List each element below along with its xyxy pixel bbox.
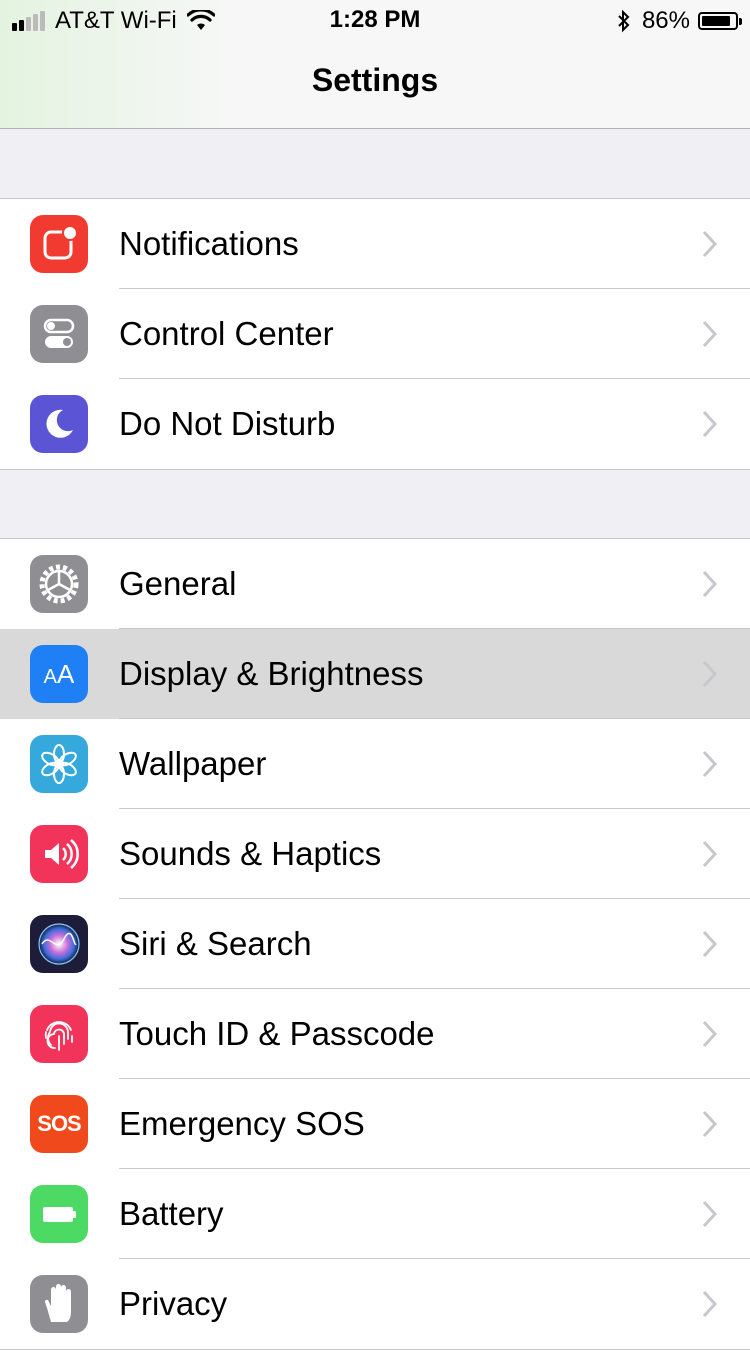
row-label: Do Not Disturb bbox=[119, 405, 336, 442]
chevron-right-icon bbox=[702, 660, 718, 688]
sos-icon: SOS bbox=[30, 1095, 88, 1153]
chevron-right-icon bbox=[702, 230, 718, 258]
settings-row-wallpaper[interactable]: Wallpaper bbox=[0, 719, 750, 809]
row-label: Sounds & Haptics bbox=[119, 835, 382, 872]
navigation-bar: AT&T Wi-Fi 1:28 PM 86% Settings bbox=[0, 0, 750, 129]
row-label: Wallpaper bbox=[119, 745, 267, 782]
battery-setting-icon bbox=[30, 1185, 88, 1243]
chevron-right-icon bbox=[702, 570, 718, 598]
gear-icon bbox=[30, 555, 88, 613]
chevron-right-icon bbox=[702, 410, 718, 438]
settings-row-siri-search[interactable]: Siri & Search bbox=[0, 899, 750, 989]
battery-icon bbox=[698, 12, 742, 30]
row-label: Emergency SOS bbox=[119, 1105, 365, 1142]
row-label: Notifications bbox=[119, 225, 299, 262]
row-label: General bbox=[119, 565, 237, 602]
battery-percent: 86% bbox=[641, 7, 690, 34]
settings-row-control-center[interactable]: Control Center bbox=[0, 289, 750, 379]
row-label: Control Center bbox=[119, 315, 334, 352]
chevron-right-icon bbox=[702, 320, 718, 348]
settings-row-display-brightness[interactable]: AA Display & Brightness bbox=[0, 629, 750, 719]
status-bar: AT&T Wi-Fi 1:28 PM 86% bbox=[0, 0, 750, 40]
chevron-right-icon bbox=[702, 1020, 718, 1048]
row-label: Battery bbox=[119, 1195, 224, 1232]
settings-row-touch-id-passcode[interactable]: Touch ID & Passcode bbox=[0, 989, 750, 1079]
chevron-right-icon bbox=[702, 750, 718, 778]
control-center-icon bbox=[30, 305, 88, 363]
settings-row-emergency-sos[interactable]: SOS Emergency SOS bbox=[0, 1079, 750, 1169]
settings-row-privacy[interactable]: Privacy bbox=[0, 1259, 750, 1349]
notifications-icon bbox=[30, 215, 88, 273]
settings-row-sounds-haptics[interactable]: Sounds & Haptics bbox=[0, 809, 750, 899]
row-label: Touch ID & Passcode bbox=[119, 1015, 435, 1052]
row-label: Display & Brightness bbox=[119, 655, 424, 692]
flower-icon bbox=[30, 735, 88, 793]
settings-row-general[interactable]: General bbox=[0, 539, 750, 629]
hand-icon bbox=[30, 1275, 88, 1333]
siri-icon bbox=[30, 915, 88, 973]
chevron-right-icon bbox=[702, 1110, 718, 1138]
chevron-right-icon bbox=[702, 840, 718, 868]
settings-row-battery[interactable]: Battery bbox=[0, 1169, 750, 1259]
settings-row-notifications[interactable]: Notifications bbox=[0, 199, 750, 289]
sos-icon-text: SOS bbox=[37, 1111, 81, 1136]
settings-row-do-not-disturb[interactable]: Do Not Disturb bbox=[0, 379, 750, 469]
speaker-icon bbox=[30, 825, 88, 883]
text-size-icon: AA bbox=[30, 645, 88, 703]
row-label: Siri & Search bbox=[119, 925, 312, 962]
moon-icon bbox=[30, 395, 88, 453]
settings-group-1: Notifications Control Center Do Not Dist… bbox=[0, 198, 750, 470]
chevron-right-icon bbox=[702, 1290, 718, 1318]
fingerprint-icon bbox=[30, 1005, 88, 1063]
status-right: 86% bbox=[616, 6, 742, 36]
chevron-right-icon bbox=[702, 1200, 718, 1228]
settings-group-2: General AA Display & Brightness Wallpape… bbox=[0, 538, 750, 1350]
chevron-right-icon bbox=[702, 930, 718, 958]
page-title: Settings bbox=[311, 62, 439, 98]
bluetooth-icon bbox=[618, 9, 630, 33]
row-label: Privacy bbox=[119, 1285, 228, 1322]
